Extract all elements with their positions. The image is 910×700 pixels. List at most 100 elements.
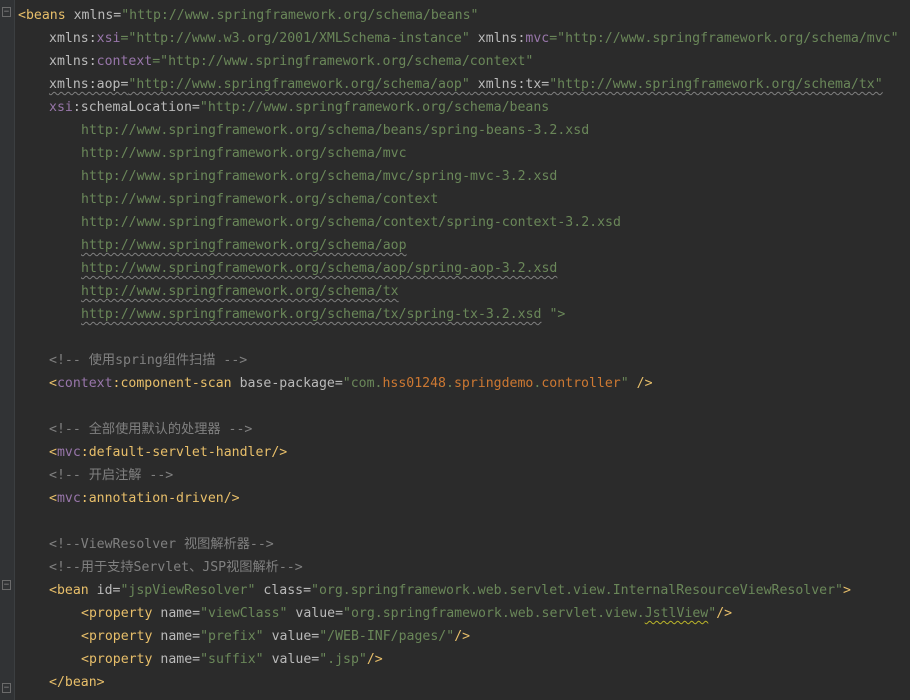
- highlight-token: controller: [541, 376, 621, 391]
- code-line: <property name="prefix" value="/WEB-INF/…: [18, 625, 910, 648]
- string-token: ="http://www.springframework.org/schema/…: [152, 54, 534, 69]
- editor-gutter: − − −: [0, 0, 15, 700]
- code-line: xsi:schemaLocation="http://www.springfra…: [18, 96, 910, 119]
- tag-token: />: [454, 629, 471, 644]
- comment-token: <!-- 全部使用默认的处理器 -->: [49, 422, 253, 437]
- attr-token: xmlns:: [469, 31, 526, 46]
- ns-token: context: [96, 54, 153, 69]
- string-token: "suffix": [200, 652, 264, 667]
- code-line: <property name="viewClass" value="org.sp…: [18, 602, 910, 625]
- string-token: "http://www.springframework.org/schema/b…: [199, 100, 550, 115]
- string-token: "org.springframework.web.servlet.view.In…: [311, 583, 843, 598]
- tag-token: <: [49, 491, 57, 506]
- url-token: http://www.springframework.org/schema/be…: [81, 123, 590, 138]
- comment-token: <!--用于支持Servlet、JSP视图解析-->: [49, 560, 303, 575]
- tag-token: />: [366, 652, 383, 667]
- ns-token: mvc: [56, 491, 81, 506]
- code-line: http://www.springframework.org/schema/co…: [18, 211, 910, 234]
- code-line: <mvc:default-servlet-handler/>: [18, 441, 910, 464]
- tag-token: <: [49, 445, 57, 460]
- fold-icon[interactable]: −: [2, 683, 11, 693]
- tag-token: <property: [81, 629, 153, 644]
- url-token: http://www.springframework.org/schema/mv…: [81, 146, 407, 161]
- code-line: <!--用于支持Servlet、JSP视图解析-->: [18, 556, 910, 579]
- string-token: "prefix": [200, 629, 264, 644]
- fold-icon[interactable]: −: [2, 7, 11, 17]
- attr-token: xmlns:: [49, 54, 97, 69]
- attr-token: :schemaLocation=: [72, 100, 200, 115]
- code-line: http://www.springframework.org/schema/co…: [18, 188, 910, 211]
- tag-token: :annotation-driven/>: [80, 491, 240, 506]
- highlight-token: springdemo: [453, 376, 534, 391]
- code-line: xmlns:context="http://www.springframewor…: [18, 50, 910, 73]
- attr-token: xmlns:tx=: [469, 77, 550, 92]
- fold-icon[interactable]: −: [2, 580, 11, 590]
- string-token: "/WEB-INF/pages/": [319, 629, 455, 644]
- string-token: ">: [541, 307, 566, 322]
- string-token: .: [446, 376, 454, 391]
- code-line: <bean id="jspViewResolver" class="org.sp…: [18, 579, 910, 602]
- tag-token: :component-scan: [112, 376, 232, 391]
- string-token: "jspViewResolver": [120, 583, 256, 598]
- url-token: http://www.springframework.org/schema/co…: [81, 192, 439, 207]
- comment-token: <!--ViewResolver 视图解析器-->: [49, 537, 274, 552]
- ns-token: context: [56, 376, 113, 391]
- tag-token: />: [716, 606, 733, 621]
- code-line: xmlns:xsi="http://www.w3.org/2001/XMLSch…: [18, 27, 910, 50]
- code-editor[interactable]: <beans xmlns="http://www.springframework…: [18, 4, 910, 694]
- string-token: "http://www.springframework.org/schema/t…: [549, 77, 883, 92]
- tag-token: >: [842, 583, 851, 598]
- ns-token: mvc: [56, 445, 81, 460]
- code-line: xmlns:aop="http://www.springframework.or…: [18, 73, 910, 96]
- string-token: "http://www.springframework.org/schema/b…: [121, 8, 479, 23]
- highlight-token: hss01248: [382, 376, 447, 391]
- string-token: ".jsp": [319, 652, 367, 667]
- string-token: JstlView: [644, 606, 709, 621]
- tag-token: <bean: [49, 583, 89, 598]
- string-token: "com.: [342, 376, 383, 391]
- attr-token: name=: [152, 652, 201, 667]
- code-line: http://www.springframework.org/schema/be…: [18, 119, 910, 142]
- url-token: http://www.springframework.org/schema/co…: [81, 215, 621, 230]
- code-line: http://www.springframework.org/schema/mv…: [18, 165, 910, 188]
- attr-token: value=: [263, 629, 320, 644]
- code-line: <property name="suffix" value=".jsp"/>: [18, 648, 910, 671]
- tag-token: <property: [81, 606, 153, 621]
- comment-token: <!-- 使用spring组件扫描 -->: [49, 353, 248, 368]
- url-token: http://www.springframework.org/schema/tx: [81, 284, 399, 299]
- code-line: http://www.springframework.org/schema/tx: [18, 280, 910, 303]
- url-token: http://www.springframework.org/schema/tx…: [81, 307, 542, 322]
- code-line: <!-- 使用spring组件扫描 -->: [18, 349, 910, 372]
- code-line: <mvc:annotation-driven/>: [18, 487, 910, 510]
- string-token: "org.springframework.web.servlet.view.: [343, 606, 645, 621]
- attr-token: base-package=: [231, 376, 343, 391]
- attr-token: value=: [263, 652, 320, 667]
- tag-token: </bean>: [49, 675, 105, 690]
- tag-token: <property: [81, 652, 153, 667]
- string-token: ="http://www.springframework.org/schema/…: [549, 31, 899, 46]
- code-line: <!-- 全部使用默认的处理器 -->: [18, 418, 910, 441]
- string-token: "viewClass": [200, 606, 288, 621]
- tag-token: <beans: [18, 8, 66, 23]
- code-line: <beans xmlns="http://www.springframework…: [18, 4, 910, 27]
- code-line: </bean>: [18, 671, 910, 694]
- ns-token: xsi: [96, 31, 121, 46]
- code-line: <!-- 开启注解 -->: [18, 464, 910, 487]
- code-line: http://www.springframework.org/schema/tx…: [18, 303, 910, 326]
- string-token: "http://www.springframework.org/schema/a…: [128, 77, 470, 92]
- tag-token: :default-servlet-handler/>: [80, 445, 288, 460]
- code-line: <!--ViewResolver 视图解析器-->: [18, 533, 910, 556]
- attr-token: xmlns:aop=: [49, 77, 129, 92]
- attr-token: xmlns=: [65, 8, 122, 23]
- tag-token: <: [49, 376, 57, 391]
- attr-token: class=: [255, 583, 312, 598]
- url-token: http://www.springframework.org/schema/ao…: [81, 238, 407, 253]
- attr-token: xmlns:: [49, 31, 97, 46]
- ns-token: mvc: [525, 31, 550, 46]
- code-line: http://www.springframework.org/schema/ao…: [18, 257, 910, 280]
- code-line: http://www.springframework.org/schema/ao…: [18, 234, 910, 257]
- attr-token: id=: [88, 583, 121, 598]
